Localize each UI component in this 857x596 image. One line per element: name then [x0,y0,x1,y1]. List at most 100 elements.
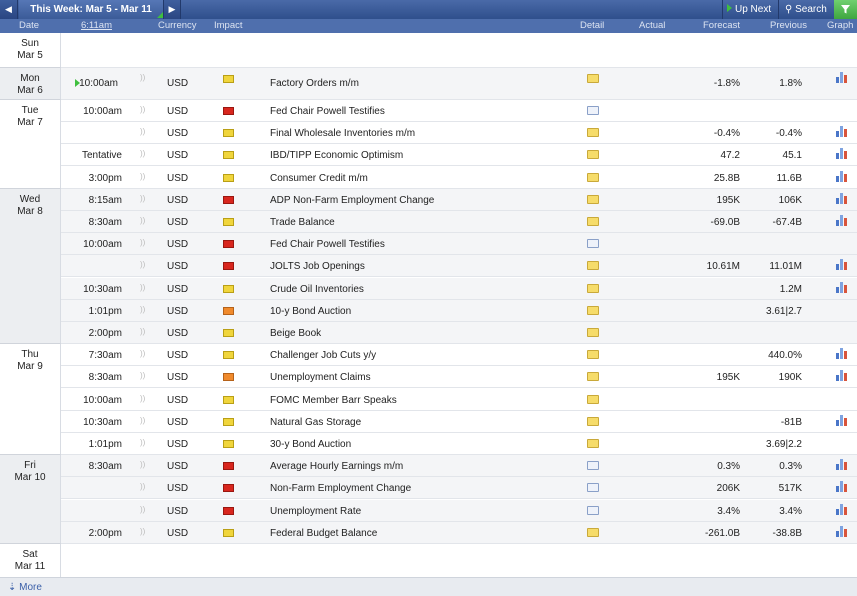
table-row[interactable]: 10:00am)) USD FOMC Member Barr Speaks [0,388,857,411]
speaker-icon[interactable]: )) [140,527,145,536]
impact-low-icon[interactable] [223,417,234,426]
up-next-button[interactable]: Up Next [722,0,777,19]
event-title[interactable]: Beige Book [270,328,321,339]
event-title[interactable]: Challenger Job Cuts y/y [270,350,376,361]
detail-new-icon[interactable] [587,239,599,249]
table-row[interactable]: 10:00am)) USD Factory Orders m/m -1.8% 1.8% [0,68,857,100]
speaker-icon[interactable]: )) [140,172,145,181]
graph-icon[interactable] [836,281,848,293]
impact-low-icon[interactable] [223,528,234,537]
speaker-icon[interactable]: )) [140,238,145,247]
event-title[interactable]: IBD/TIPP Economic Optimism [270,150,403,161]
next-week-button[interactable]: ▶ [163,0,181,19]
detail-new-icon[interactable] [587,505,599,515]
event-title[interactable]: Natural Gas Storage [270,417,361,428]
event-title[interactable]: Average Hourly Earnings m/m [270,461,403,472]
impact-low-icon[interactable] [223,395,234,404]
impact-high-icon[interactable] [223,462,234,471]
table-row[interactable]: 1:01pm)) USD 10-y Bond Auction 3.61|2.7 [0,299,857,322]
detail-folder-icon[interactable] [587,74,599,83]
table-row[interactable]: 10:30am)) USD Crude Oil Inventories 1.2M [0,277,857,300]
detail-folder-icon[interactable] [587,416,599,426]
impact-low-icon[interactable] [223,218,234,226]
event-title[interactable]: 30-y Bond Auction [270,439,351,450]
table-row[interactable]: 8:15am)) USD ADP Non-Farm Employment Chang… [0,188,857,211]
more-link[interactable]: ⇣ More [8,582,42,593]
speaker-icon[interactable]: )) [140,460,145,469]
detail-folder-icon[interactable] [587,283,599,293]
table-row[interactable]: 10:30am)) USD Natural Gas Storage -81B [0,410,857,433]
event-title[interactable]: Fed Chair Powell Testifies [270,239,385,250]
impact-low-icon[interactable] [223,129,234,138]
table-row[interactable]: 7:30am)) USD Challenger Job Cuts y/y 440.0% [0,344,857,367]
impact-low-icon[interactable] [223,173,234,182]
table-row[interactable]: )) USD Unemployment Rate 3.4% 3.4% [0,499,857,522]
speaker-icon[interactable]: )) [140,482,145,491]
impact-high-icon[interactable] [223,107,234,115]
detail-new-icon[interactable] [587,106,599,115]
table-row[interactable]: 3:00pm)) USD Consumer Credit m/m 25.8B 11.6B [0,166,857,189]
table-row[interactable]: 1:01pm)) USD 30-y Bond Auction 3.69|2.2 [0,433,857,455]
speaker-icon[interactable]: )) [140,416,145,425]
detail-folder-icon[interactable] [587,350,599,360]
graph-icon[interactable] [836,370,848,382]
event-title[interactable]: 10-y Bond Auction [270,306,351,317]
impact-high-icon[interactable] [223,262,234,271]
speaker-icon[interactable]: )) [140,73,145,82]
event-title[interactable]: Fed Chair Powell Testifies [270,106,385,117]
speaker-icon[interactable]: )) [140,394,145,403]
impact-medium-icon[interactable] [223,306,234,315]
event-title[interactable]: FOMC Member Barr Speaks [270,395,397,406]
graph-icon[interactable] [836,215,848,226]
speaker-icon[interactable]: )) [140,438,145,447]
table-row[interactable]: 2:00pm)) USD Beige Book [0,322,857,344]
speaker-icon[interactable]: )) [140,349,145,358]
table-row[interactable]: )) USD JOLTS Job Openings 10.61M 11.01M [0,255,857,278]
detail-folder-icon[interactable] [587,527,599,537]
speaker-icon[interactable]: )) [140,105,145,114]
week-title[interactable]: This Week: Mar 5 - Mar 11 [19,0,163,19]
graph-icon[interactable] [836,414,848,426]
speaker-icon[interactable]: )) [140,127,145,136]
impact-low-icon[interactable] [223,329,234,337]
impact-low-icon[interactable] [223,351,234,360]
filter-button[interactable] [834,0,857,19]
event-title[interactable]: Unemployment Claims [270,372,371,383]
event-title[interactable]: ADP Non-Farm Employment Change [270,195,434,206]
impact-medium-icon[interactable] [223,373,234,382]
graph-icon[interactable] [836,503,848,515]
table-row[interactable]: 10:00am)) USD Fed Chair Powell Testifies [0,233,857,256]
table-row[interactable]: Tentative)) USD IBD/TIPP Economic Optimism… [0,144,857,167]
detail-folder-icon[interactable] [587,328,599,337]
speaker-icon[interactable]: )) [140,327,145,336]
detail-new-icon[interactable] [587,483,599,493]
detail-folder-icon[interactable] [587,128,599,138]
event-title[interactable]: Trade Balance [270,217,335,228]
detail-folder-icon[interactable] [587,305,599,315]
table-row[interactable]: 2:00pm)) USD Federal Budget Balance -261.0B… [0,521,857,544]
impact-low-icon[interactable] [223,75,234,83]
search-button[interactable]: ⚲ Search [778,0,833,19]
speaker-icon[interactable]: )) [140,194,145,203]
event-title[interactable]: Federal Budget Balance [270,528,377,539]
graph-icon[interactable] [836,126,848,138]
graph-icon[interactable] [836,481,848,493]
more-link-bar[interactable]: ⇣ More [0,577,857,596]
previous-week-button[interactable]: ◀ [0,0,18,19]
table-row[interactable]: 8:30am)) USD Unemployment Claims 195K 190K [0,366,857,389]
event-title[interactable]: Crude Oil Inventories [270,284,364,295]
table-row[interactable]: 8:30am)) USD Trade Balance -69.0B -67.4B [0,211,857,233]
detail-folder-icon[interactable] [587,439,599,448]
graph-icon[interactable] [836,525,848,537]
graph-icon[interactable] [836,192,848,204]
table-row[interactable]: )) USD Non-Farm Employment Change 206K 517K [0,477,857,500]
speaker-icon[interactable]: )) [140,149,145,158]
event-title[interactable]: Non-Farm Employment Change [270,483,411,494]
table-row[interactable]: 10:00am)) USD Fed Chair Powell Testifies [0,100,857,122]
graph-icon[interactable] [836,259,848,271]
table-row[interactable]: )) USD Final Wholesale Inventories m/m -0.4… [0,122,857,145]
column-header-time[interactable]: 6:11am [81,20,112,31]
impact-high-icon[interactable] [223,484,234,493]
event-title[interactable]: Unemployment Rate [270,506,361,517]
impact-high-icon[interactable] [223,240,234,249]
